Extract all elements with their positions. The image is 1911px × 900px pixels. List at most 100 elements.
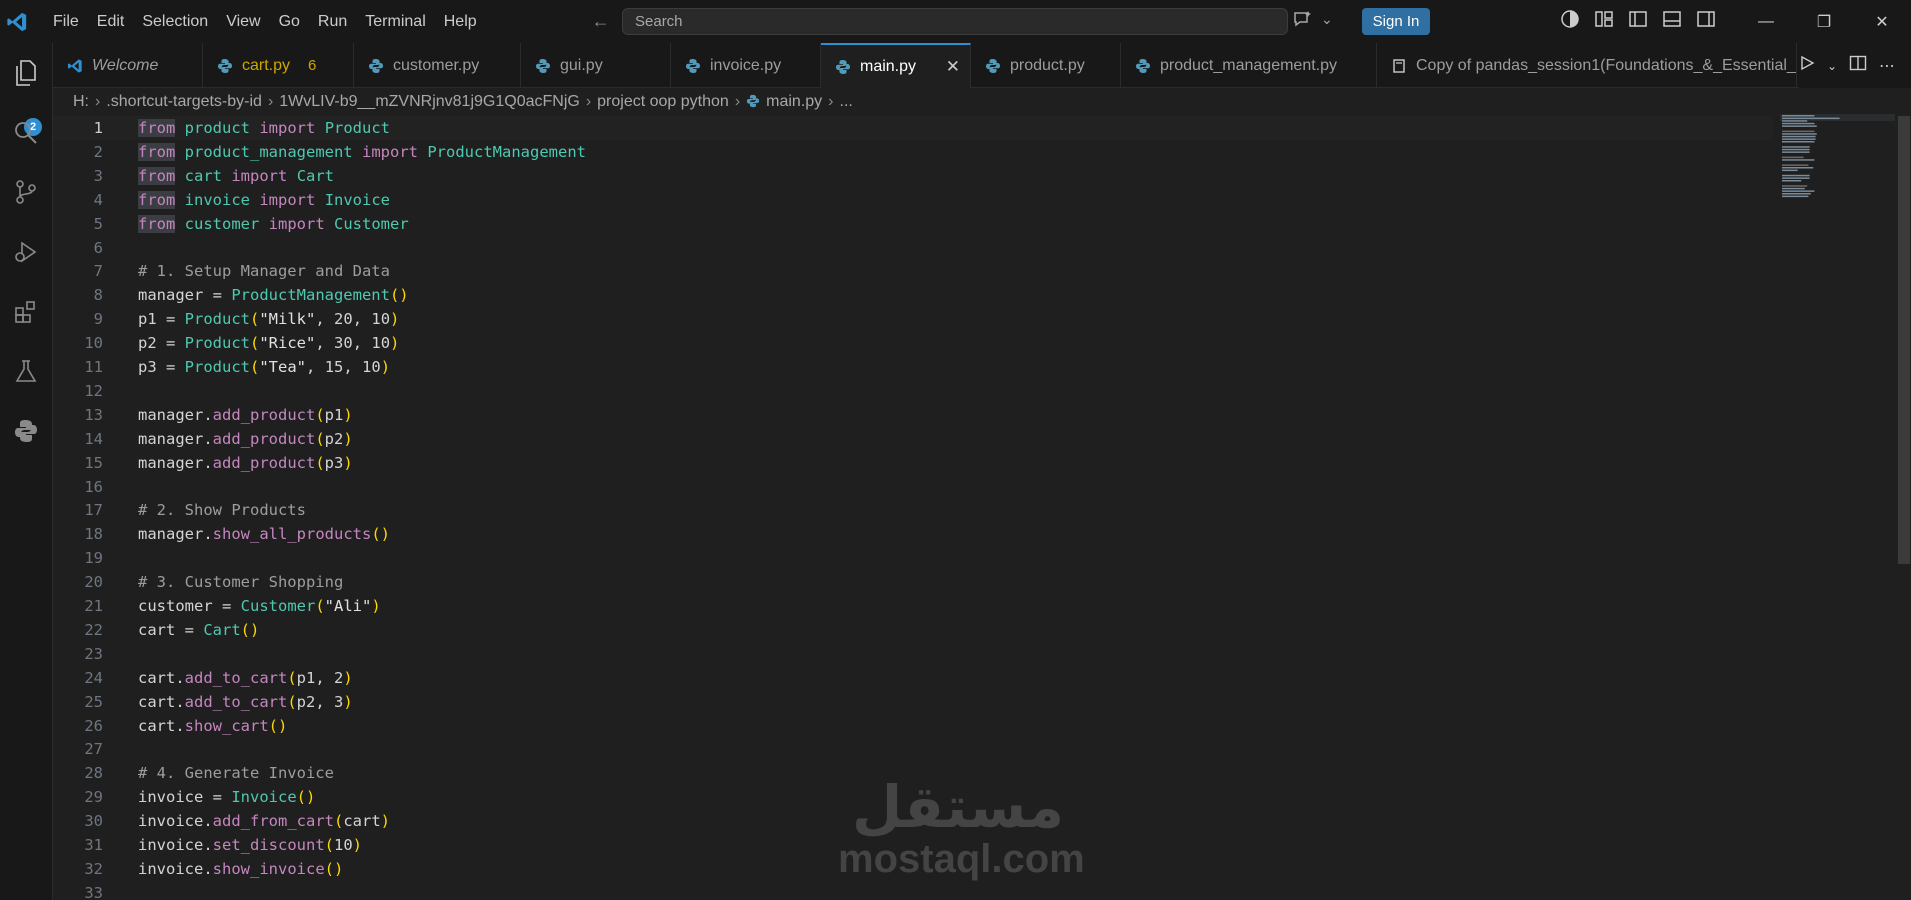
code-line[interactable]: 1 from product import Product <box>53 116 1773 140</box>
menu-help[interactable]: Help <box>435 0 486 43</box>
code-line[interactable]: 7 # 1. Setup Manager and Data <box>53 259 1773 283</box>
code-token: . <box>203 836 213 854</box>
menu-terminal[interactable]: Terminal <box>356 0 434 43</box>
code-token: , <box>352 310 372 329</box>
customize-layout-icon[interactable] <box>1594 9 1614 29</box>
tab-copy-of-pandas-session1-founda[interactable]: Copy of pandas_session1(Foundations_&_Es… <box>1377 43 1797 88</box>
window-controls: — ❐ ✕ <box>1737 0 1911 43</box>
restore-icon[interactable]: ❐ <box>1795 12 1853 32</box>
run-debug-icon[interactable] <box>11 237 41 267</box>
chevron-down-icon[interactable]: ⌄ <box>1321 11 1333 28</box>
code-line[interactable]: 16 <box>53 475 1773 499</box>
explorer-icon[interactable] <box>11 58 41 88</box>
code-line[interactable]: 4 from invoice import Invoice <box>53 188 1773 212</box>
code-line[interactable]: 20 # 3. Customer Shopping <box>53 570 1773 594</box>
code-token: 3 <box>334 692 344 711</box>
menu-go[interactable]: Go <box>270 0 309 43</box>
menu-run[interactable]: Run <box>309 0 356 43</box>
code-line[interactable]: 15 manager.add_product(p3) <box>53 451 1773 475</box>
tab-label: main.py <box>860 57 917 75</box>
menu-file[interactable]: File <box>44 0 88 43</box>
split-editor-icon[interactable] <box>1849 54 1867 77</box>
toggle-secondary-sidebar-icon[interactable] <box>1696 9 1716 29</box>
source-control-icon[interactable] <box>11 177 41 207</box>
run-icon[interactable] <box>1799 55 1815 76</box>
code-token: "Milk" <box>259 310 316 329</box>
code-line[interactable]: 27 <box>53 737 1773 761</box>
tab-product-management[interactable]: product_management.py <box>1121 43 1377 88</box>
minimap[interactable] <box>1780 114 1895 204</box>
toggle-sidebar-icon[interactable] <box>1628 9 1648 29</box>
code-line[interactable]: 19 <box>53 546 1773 570</box>
breadcrumb-item[interactable]: project oop python <box>597 93 729 111</box>
code-line[interactable]: 21 customer = Customer("Ali") <box>53 594 1773 618</box>
line-number: 6 <box>93 238 103 257</box>
search-placeholder: Search <box>635 13 683 30</box>
code-token: import <box>362 142 418 161</box>
code-line[interactable]: 18 manager.show_all_products() <box>53 522 1773 546</box>
code-line[interactable]: 6 <box>53 236 1773 260</box>
code-line[interactable]: 13 manager.add_product(p1) <box>53 403 1773 427</box>
code-line[interactable]: 8 manager = ProductManagement() <box>53 283 1773 307</box>
code-line[interactable]: 14 manager.add_product(p2) <box>53 427 1773 451</box>
search-input[interactable]: Search <box>622 8 1288 35</box>
close-window-icon[interactable]: ✕ <box>1853 12 1911 32</box>
menu-selection[interactable]: Selection <box>133 0 217 43</box>
code-line[interactable]: 5 from customer import Customer <box>53 212 1773 236</box>
scrollbar-thumb[interactable] <box>1898 116 1910 564</box>
more-actions-icon[interactable]: ⋯ <box>1879 56 1895 76</box>
code-token: show_all_products <box>212 525 372 544</box>
minimap-line <box>1782 120 1808 122</box>
menu-view[interactable]: View <box>217 0 269 43</box>
tab-welcome[interactable]: Welcome <box>53 43 203 88</box>
breadcrumb-item[interactable]: .shortcut-targets-by-id <box>106 93 262 111</box>
breadcrumb-item[interactable]: ... <box>840 93 853 111</box>
tab-main[interactable]: main.py ✕ <box>821 43 971 88</box>
code-line[interactable]: 9 p1 = Product("Milk", 20, 10) <box>53 307 1773 331</box>
testing-icon[interactable] <box>11 356 41 386</box>
code-line[interactable]: 26 cart.show_cart() <box>53 714 1773 738</box>
vscode-logo-icon[interactable] <box>2 7 32 37</box>
code-line[interactable]: 22 cart = Cart() <box>53 618 1773 642</box>
tab-gui[interactable]: gui.py <box>521 43 671 88</box>
tab-customer[interactable]: customer.py <box>354 43 521 88</box>
editor-actions: ⌄ ⋯ <box>1798 43 1911 88</box>
python-icon[interactable] <box>11 416 41 446</box>
breadcrumb-item[interactable]: H: <box>73 93 89 111</box>
code-line[interactable]: 12 <box>53 379 1773 403</box>
breadcrumb-item[interactable]: main.py <box>766 93 822 111</box>
code-line[interactable]: 25 cart.add_to_cart(p2, 3) <box>53 690 1773 714</box>
toggle-panel-icon[interactable] <box>1662 9 1682 29</box>
tab-product[interactable]: product.py <box>971 43 1121 88</box>
code-token: ( <box>250 310 260 329</box>
copilot-status-icon[interactable] <box>1560 9 1580 29</box>
run-dropdown-chevron-icon[interactable]: ⌄ <box>1827 59 1837 73</box>
copilot-menu[interactable]: ⌄ <box>1293 10 1333 28</box>
code-line[interactable]: 23 <box>53 642 1773 666</box>
close-tab-icon[interactable]: ✕ <box>946 57 960 77</box>
code-line[interactable]: 17 # 2. Show Products <box>53 498 1773 522</box>
code-line[interactable]: 3 from cart import Cart <box>53 164 1773 188</box>
code-line[interactable]: 11 p3 = Product("Tea", 15, 10) <box>53 355 1773 379</box>
menu-bar: File Edit Selection View Go Run Terminal Help <box>44 0 486 43</box>
code-line[interactable]: 2 from product_management import ProductM… <box>53 140 1773 164</box>
breadcrumb-item[interactable]: 1WvLIV-b9__mZVNRjnv81j9G1Q0acFNjG <box>279 93 580 111</box>
tab-label: product_management.py <box>1160 56 1337 74</box>
code-line[interactable]: 24 cart.add_to_cart(p1, 2) <box>53 666 1773 690</box>
sign-in-button[interactable]: Sign In <box>1362 8 1430 35</box>
code-token: manager <box>138 405 204 424</box>
code-line[interactable]: 10 p2 = Product("Rice", 30, 10) <box>53 331 1773 355</box>
search-icon[interactable] <box>11 118 41 148</box>
minimap-line <box>1782 185 1808 187</box>
back-arrow-icon[interactable]: ← <box>592 11 610 32</box>
code-token: ) <box>343 405 353 424</box>
tab-invoice[interactable]: invoice.py <box>671 43 821 88</box>
extensions-icon[interactable] <box>11 297 41 327</box>
tab-label: gui.py <box>560 56 603 74</box>
menu-edit[interactable]: Edit <box>88 0 134 43</box>
tab-cart[interactable]: cart.py 6 <box>203 43 354 88</box>
minimize-icon[interactable]: — <box>1737 13 1795 31</box>
